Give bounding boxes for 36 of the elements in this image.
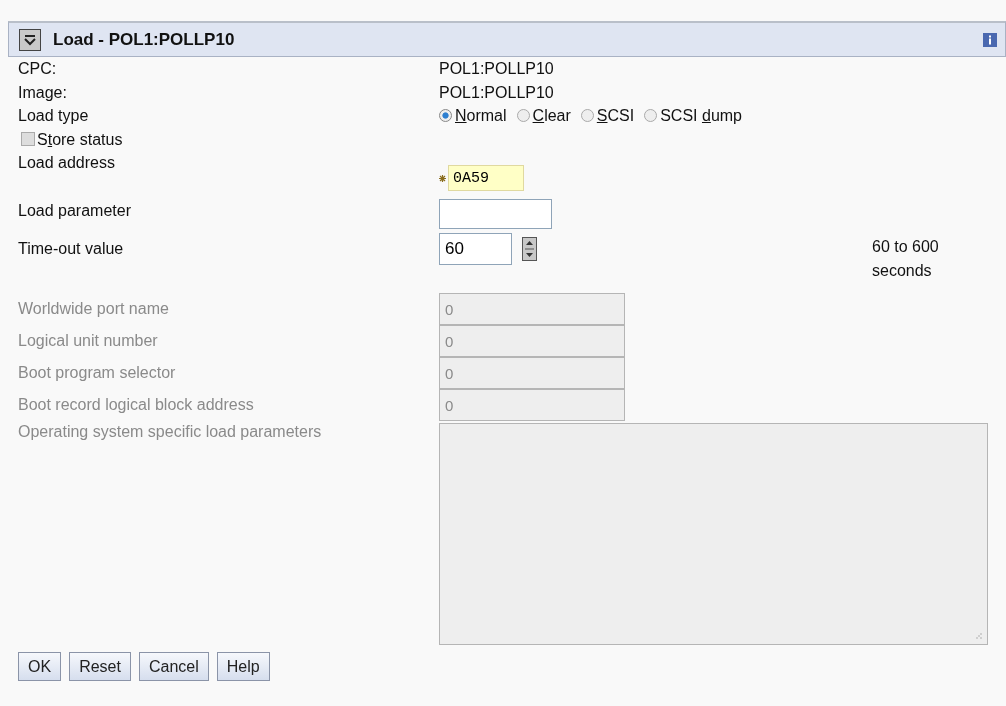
radio-label[interactable]: SCSI dump	[660, 104, 742, 128]
dialog-button[interactable]: Help	[216, 652, 270, 681]
field-label: Boot program selector	[18, 363, 177, 383]
spinner-control[interactable]	[522, 237, 537, 261]
radio-button[interactable]	[580, 109, 594, 123]
dialog-button[interactable]: Reset	[69, 652, 131, 681]
field-value: POL1:POLLP10	[439, 59, 555, 79]
checkbox[interactable]	[21, 132, 35, 147]
radio-button[interactable]	[516, 109, 530, 123]
field-label: CPC:	[18, 59, 58, 79]
parameter-field[interactable]	[439, 199, 552, 229]
dialog-button[interactable]: OK	[18, 652, 62, 681]
dialog-button[interactable]: Cancel	[138, 652, 209, 681]
panel-title: Load - POL1:POLLP10	[53, 29, 235, 50]
range-hint: 60 to 600 seconds	[872, 237, 940, 281]
radio-button[interactable]	[644, 109, 658, 123]
field-label: Load type	[18, 106, 90, 126]
radio-label[interactable]: Clear	[532, 104, 571, 128]
address-field[interactable]: 0A59	[448, 165, 524, 191]
collapse-button[interactable]	[19, 28, 41, 51]
radio-button[interactable]	[439, 109, 452, 123]
field-label: Operating system specific load parameters	[18, 422, 323, 442]
info-icon[interactable]	[983, 32, 997, 47]
field-label: Image:	[18, 82, 68, 103]
field-label: Load parameter	[18, 201, 132, 221]
field-value: POL1:POLLP10	[439, 82, 555, 103]
radio-label[interactable]: Normal	[455, 104, 507, 128]
radio-label[interactable]: SCSI	[596, 104, 635, 128]
timeout-field[interactable]: 60	[439, 233, 512, 265]
field-label: Load address	[18, 153, 116, 173]
field-label: Boot record logical block address	[18, 395, 255, 415]
field-label: Worldwide port name	[18, 299, 170, 319]
field-label: Time-out value	[18, 239, 125, 259]
caret-icon	[23, 32, 37, 47]
checkbox-label[interactable]: Store status	[37, 127, 123, 151]
field-label: Logical unit number	[18, 331, 159, 351]
